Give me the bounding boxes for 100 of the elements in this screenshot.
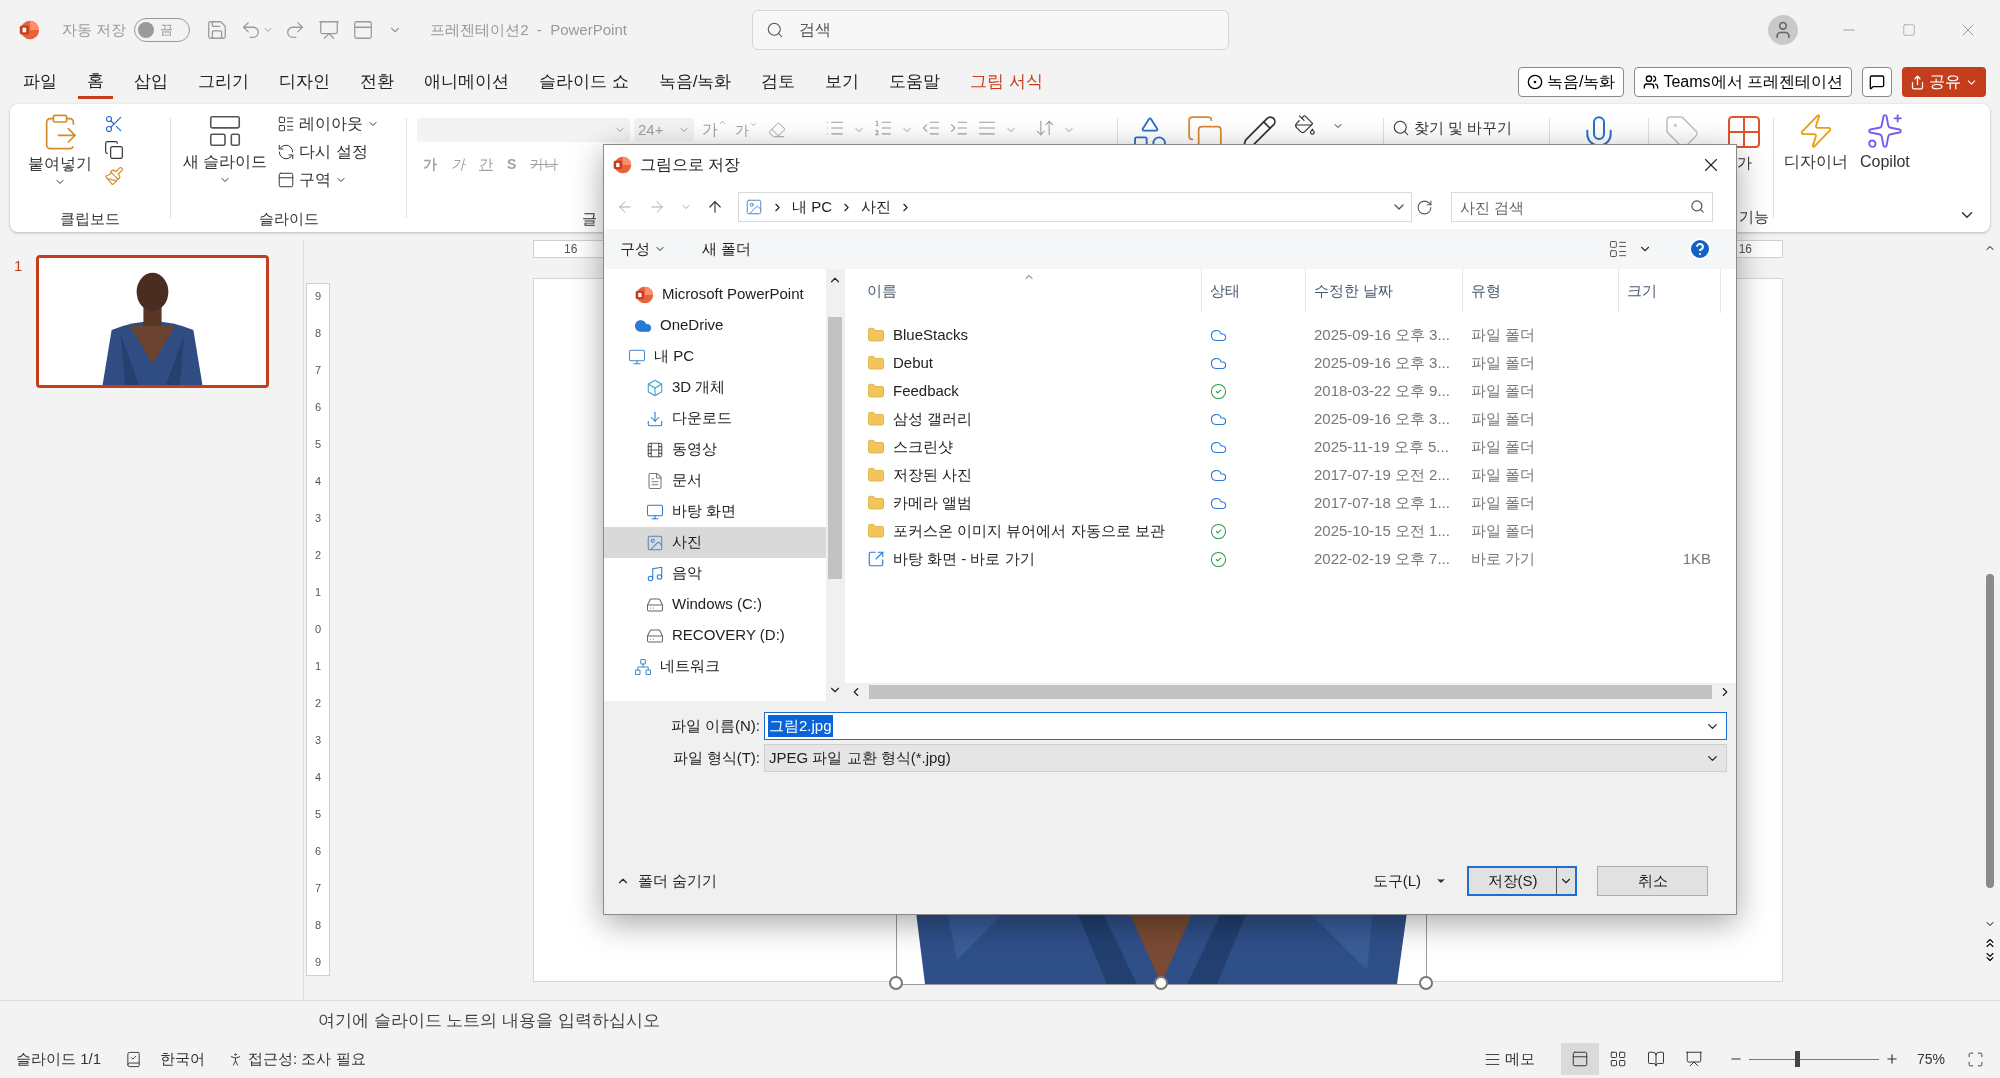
- column-header[interactable]: 상태: [1202, 269, 1306, 313]
- file-name-cell[interactable]: Debut: [845, 351, 1202, 375]
- next-slide-icon[interactable]: [1983, 950, 1997, 964]
- ribbon-tab[interactable]: 보기: [816, 65, 869, 99]
- scrollbar-thumb[interactable]: [1986, 574, 1994, 888]
- file-type-select[interactable]: JPEG 파일 교환 형식(*.jpg): [764, 744, 1727, 772]
- tools-button[interactable]: 도구(L): [1372, 869, 1447, 893]
- column-header[interactable]: 크기: [1619, 269, 1721, 313]
- up-icon[interactable]: [706, 198, 724, 216]
- file-name-cell[interactable]: 바탕 화면 - 바로 가기: [845, 547, 1202, 571]
- navigation-item[interactable]: 내 PC: [604, 341, 826, 372]
- copilot-button[interactable]: Copilot: [1860, 112, 1910, 232]
- layout-button[interactable]: 레이아웃: [277, 112, 380, 136]
- ribbon-tab[interactable]: 그림 서식: [961, 65, 1053, 99]
- forward-icon[interactable]: [648, 198, 666, 216]
- search-field[interactable]: 사진 검색: [1451, 192, 1713, 222]
- ribbon-tab[interactable]: 애니메이션: [415, 65, 518, 99]
- account-avatar[interactable]: [1768, 15, 1798, 45]
- breadcrumb-item[interactable]: 내 PC: [792, 195, 832, 219]
- spellcheck-icon[interactable]: [125, 1050, 143, 1068]
- teams-present-button[interactable]: Teams에서 프레젠테이션: [1634, 67, 1852, 97]
- back-icon[interactable]: [616, 198, 634, 216]
- zoom-level[interactable]: 75%: [1916, 1048, 1945, 1070]
- panel-icon[interactable]: [352, 19, 375, 41]
- language-label[interactable]: 한국어: [160, 1047, 206, 1071]
- section-button[interactable]: 구역: [277, 168, 380, 192]
- cancel-button[interactable]: 취소: [1597, 866, 1708, 896]
- resize-handle[interactable]: [1419, 976, 1433, 990]
- paste-button[interactable]: 붙여넣기: [28, 112, 92, 206]
- ribbon-tab[interactable]: 파일: [14, 65, 66, 99]
- navigation-item[interactable]: Microsoft PowerPoint: [604, 279, 826, 310]
- ribbon-tab[interactable]: 홈: [78, 65, 113, 99]
- horizontal-scrollbar[interactable]: [845, 683, 1736, 701]
- navigation-item[interactable]: 3D 개체: [604, 372, 826, 403]
- ribbon-tab[interactable]: 디자인: [270, 65, 339, 99]
- navigation-item[interactable]: RECOVERY (D:): [604, 620, 826, 651]
- paintbrush-icon[interactable]: [104, 166, 124, 186]
- previous-slide-icon[interactable]: [1983, 936, 1997, 950]
- notes-button[interactable]: 메모: [1483, 1047, 1535, 1071]
- share-button[interactable]: 공유: [1902, 67, 1986, 97]
- hide-folders-button[interactable]: 폴더 숨기기: [616, 869, 718, 893]
- column-header[interactable]: 유형: [1463, 269, 1619, 313]
- file-name-cell[interactable]: 카메라 앨범: [845, 491, 1202, 515]
- save-icon[interactable]: [206, 19, 229, 41]
- text-direction-icon[interactable]: [1035, 118, 1055, 138]
- comment-button[interactable]: [1862, 67, 1892, 97]
- presentation-icon[interactable]: [318, 19, 341, 41]
- numbered-list-icon[interactable]: [873, 118, 893, 138]
- save-button[interactable]: 저장(S): [1467, 866, 1577, 896]
- file-name-cell[interactable]: 저장된 사진: [845, 463, 1202, 487]
- eraser-icon[interactable]: [768, 121, 786, 139]
- navigation-item[interactable]: 음악: [604, 558, 826, 589]
- file-name-cell[interactable]: 삼성 갤러리: [845, 407, 1202, 431]
- reset-button[interactable]: 다시 설정: [277, 140, 380, 164]
- resize-handle[interactable]: [889, 976, 903, 990]
- notes-placeholder[interactable]: 여기에 슬라이드 노트의 내용을 입력하십시오: [318, 1007, 660, 1034]
- breadcrumb-item[interactable]: 사진: [861, 195, 891, 219]
- ribbon-tab[interactable]: 슬라이드 쇼: [530, 65, 638, 99]
- ribbon-tab[interactable]: 도움말: [880, 65, 950, 99]
- help-icon[interactable]: [1688, 237, 1712, 261]
- file-name-cell[interactable]: 포커스온 이미지 뷰어에서 자동으로 보관: [845, 519, 1202, 543]
- navigation-item[interactable]: 다운로드: [604, 403, 826, 434]
- record-button[interactable]: 녹음/녹화: [1517, 67, 1625, 97]
- navigation-item[interactable]: 문서: [604, 465, 826, 496]
- navigation-item[interactable]: 동영상: [604, 434, 826, 465]
- file-name-cell[interactable]: Feedback: [845, 379, 1202, 403]
- address-bar[interactable]: 내 PC 사진: [738, 192, 1412, 222]
- search-field[interactable]: 검색: [751, 10, 1229, 50]
- navigation-item[interactable]: 바탕 화면: [604, 496, 826, 527]
- ribbon-tab[interactable]: 검토: [752, 65, 805, 99]
- new-slide-button[interactable]: 새 슬라이드: [183, 112, 268, 206]
- navigation-item[interactable]: 네트워크: [604, 651, 826, 682]
- ribbon-tab[interactable]: 녹음/녹화: [649, 65, 741, 99]
- navigation-item[interactable]: 사진: [604, 527, 826, 558]
- organize-button[interactable]: 구성: [620, 237, 666, 261]
- ribbon-tab[interactable]: 전환: [351, 65, 403, 99]
- font-name-field[interactable]: [417, 118, 630, 142]
- addins-button-label[interactable]: 가: [1736, 152, 1752, 175]
- view-button[interactable]: [1560, 1043, 1599, 1075]
- vertical-scrollbar[interactable]: [826, 269, 844, 701]
- accessibility-button[interactable]: 접근성: 조사 필요: [227, 1047, 366, 1071]
- copy-icon[interactable]: [104, 140, 124, 160]
- designer-button[interactable]: 디자이너: [1784, 112, 1848, 232]
- new-folder-button[interactable]: 새 폴더: [702, 237, 752, 261]
- navigation-item[interactable]: OneDrive: [604, 310, 826, 341]
- paint-bucket-icon[interactable]: [1294, 114, 1316, 136]
- navigation-item[interactable]: Windows (C:): [604, 589, 826, 620]
- ribbon-tab[interactable]: 삽입: [125, 65, 177, 99]
- column-header[interactable]: 이름: [845, 269, 1202, 313]
- resize-handle[interactable]: [1154, 976, 1168, 990]
- scrollbar-thumb[interactable]: [828, 317, 842, 579]
- zoom-in-icon[interactable]: [1884, 1052, 1899, 1066]
- scissors-icon[interactable]: [104, 114, 124, 134]
- view-options-icon[interactable]: [1608, 239, 1628, 259]
- file-name-cell[interactable]: BlueStacks: [845, 323, 1202, 347]
- zoom-slider[interactable]: [1748, 1051, 1879, 1067]
- file-name-cell[interactable]: 스크린샷: [845, 435, 1202, 459]
- find-replace-button[interactable]: 찾기 및 바꾸기: [1392, 116, 1513, 140]
- scrollbar-thumb[interactable]: [869, 685, 1712, 699]
- file-name-field[interactable]: 그림2.jpg: [764, 712, 1727, 740]
